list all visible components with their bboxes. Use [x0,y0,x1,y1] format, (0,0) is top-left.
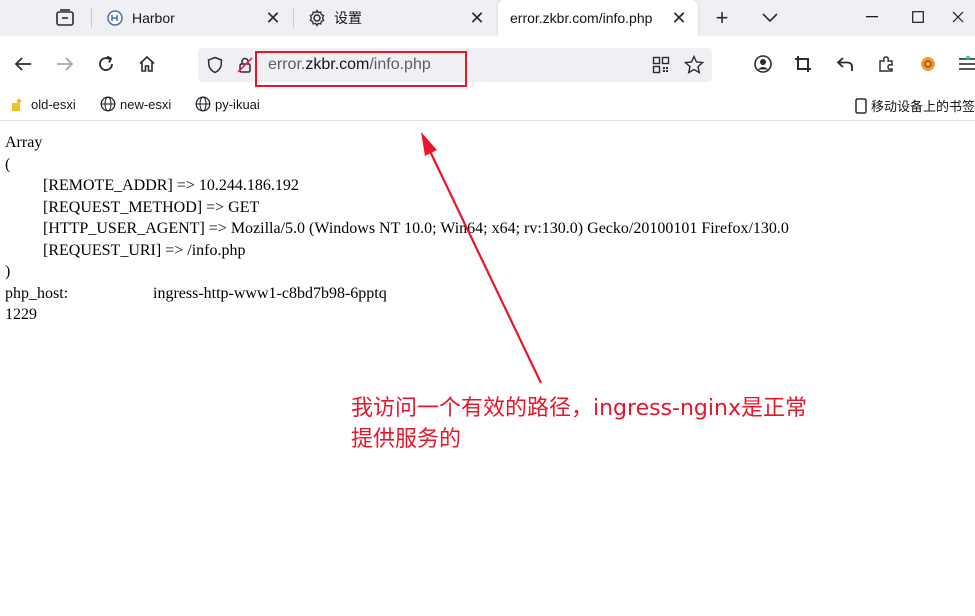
puzzle-piece-icon [879,56,893,72]
mobile-bookmarks-label: 移动设备上的书签 [871,99,975,114]
bookmarks-toolbar: old-esxi new-esxi py-ikuai 移动设备上的书签 [0,90,975,121]
folder-icon [11,96,27,112]
annotation-line-1: 我访问一个有效的路径，ingress-nginx是正常 [351,396,807,421]
forward-button[interactable] [51,50,79,78]
extension-button[interactable] [914,50,942,78]
home-button[interactable] [133,50,161,78]
minimize-button[interactable] [849,0,895,34]
close-window-button[interactable] [941,0,975,34]
bookmark-new-esxi[interactable]: new-esxi [100,96,171,112]
close-icon [952,11,964,23]
home-icon [139,55,155,72]
extensions-button[interactable] [872,50,900,78]
tab-harbor[interactable]: Harbor ✕ [92,0,292,36]
app-menu-button[interactable] [955,50,975,78]
tab-strip: Harbor ✕ 设置 ✕ error.zkbr.com/info.php ✕ … [0,0,975,36]
maximize-icon [912,11,924,23]
account-icon [754,55,772,73]
arrow-right-icon [57,57,74,71]
bookmark-label: new-esxi [120,96,172,112]
url-highlight-box [255,51,467,87]
bookmark-label: py-ikuai [215,96,260,112]
paren-close: ) [5,263,11,280]
screenshot-button[interactable] [789,50,817,78]
tab-overview-icon [56,9,74,26]
reload-icon [99,55,113,71]
bookmark-label: old-esxi [31,96,76,112]
bookmark-py-ikuai[interactable]: py-ikuai [195,96,260,112]
arrow-left-icon [14,57,31,71]
tab-active-info-php[interactable]: error.zkbr.com/info.php ✕ [498,0,698,36]
server-var-row: [REMOTE_ADDR] => 10.244.186.192 [43,177,299,194]
undo-icon [836,57,853,71]
chevron-down-icon [762,13,778,23]
reload-button[interactable] [92,50,120,78]
php-host-row: php_host: ingress-http-www1-c8bd7b98-6ppt… [5,283,789,305]
server-var-row: [REQUEST_METHOD] => GET [43,198,260,216]
maximize-button[interactable] [895,0,941,34]
list-all-tabs-button[interactable] [756,5,784,31]
gear-icon [308,9,326,27]
harbor-logo-icon [106,9,124,27]
extension-logo-icon [921,57,935,71]
mobile-device-icon [855,97,867,114]
annotation-note: 我访问一个有效的路径，ingress-nginx是正常 提供服务的 [351,393,871,455]
server-var-row: [HTTP_USER_AGENT] => Mozilla/5.0 (Window… [43,220,789,237]
navigation-toolbar: error.zkbr.com/info.php [0,36,975,90]
plus-icon: + [715,5,729,30]
shield-icon[interactable] [206,56,224,79]
array-label: Array [5,134,43,151]
annotation-line-2: 提供服务的 [351,427,462,452]
back-button[interactable] [9,50,37,78]
request-counter: 1229 [5,306,37,323]
close-icon[interactable]: ✕ [668,7,690,29]
bookmark-old-esxi[interactable]: old-esxi [11,96,76,112]
server-var-row: [REQUEST_URI] => /info.php [43,241,246,259]
account-button[interactable] [749,50,777,78]
php-host-key: php_host: [5,284,69,302]
mobile-bookmarks[interactable]: 移动设备上的书签 [855,96,975,115]
paren-open: ( [5,155,11,173]
tab-settings[interactable]: 设置 ✕ [294,0,496,36]
tab-title: error.zkbr.com/info.php [510,10,653,26]
bookmark-star-icon[interactable] [683,54,705,80]
tab-title: 设置 [334,10,362,26]
close-icon[interactable]: ✕ [466,7,488,29]
page-content: Array ( [REMOTE_ADDR] => 10.244.186.192 [RE… [5,132,789,326]
minimize-icon [866,16,878,18]
hamburger-menu-icon [959,56,975,70]
insecure-lock-icon[interactable] [236,56,254,79]
php-host-value: ingress-http-www1-c8bd7b98-6pptq [153,284,387,302]
undo-button[interactable] [831,50,859,78]
globe-icon [195,96,211,112]
qr-code-icon[interactable] [652,56,670,79]
crop-icon [795,56,811,72]
close-icon[interactable]: ✕ [262,7,284,29]
tab-overview-button[interactable] [48,4,82,32]
tab-title: Harbor [132,10,175,26]
globe-icon [100,96,116,112]
new-tab-button[interactable]: + [708,5,736,31]
